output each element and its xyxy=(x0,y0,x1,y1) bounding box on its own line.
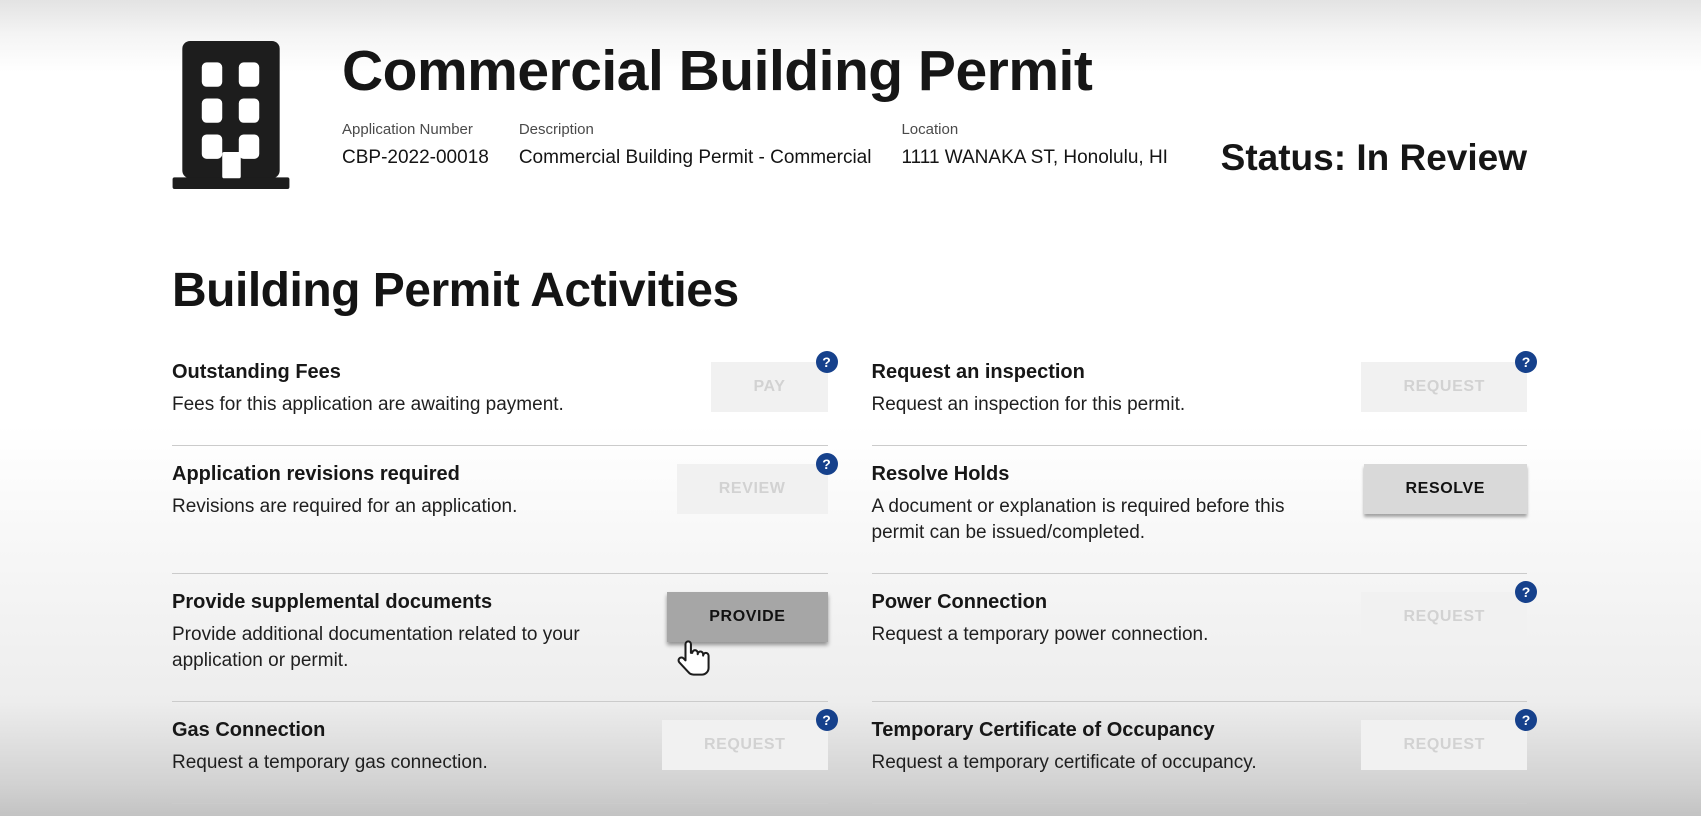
activity-text: Application revisions required Revisions… xyxy=(172,461,517,521)
activity-text: Provide supplemental documents Provide a… xyxy=(172,589,622,675)
meta-application-number: Application Number CBP-2022-00018 xyxy=(342,121,489,169)
activity-row-resolve-holds: Resolve Holds A document or explanation … xyxy=(871,446,1527,574)
activity-button-wrap: REQUEST ? xyxy=(661,708,838,770)
activity-description: Request a temporary power connection. xyxy=(871,623,1209,645)
activities-grid: Outstanding Fees Fees for this applicati… xyxy=(172,344,1537,804)
activity-row-outstanding-fees: Outstanding Fees Fees for this applicati… xyxy=(172,344,838,446)
activity-text: Temporary Certificate of Occupancy Reque… xyxy=(872,717,1257,777)
activity-button-wrap: PAY ? xyxy=(711,351,838,412)
activity-description: Fees for this application are awaiting p… xyxy=(172,394,564,415)
activity-description: A document or explanation is required be… xyxy=(871,495,1285,544)
meta-location: Location 1111 WANAKA ST, Honolulu, HI xyxy=(901,121,1167,169)
question-mark-icon[interactable]: ? xyxy=(1515,708,1537,731)
permit-page: Commercial Building Permit Application N… xyxy=(0,0,1701,804)
activity-text: Gas Connection Request a temporary gas c… xyxy=(172,717,488,777)
activity-row-temporary-certificate-of-occupancy: Temporary Certificate of Occupancy Reque… xyxy=(871,702,1537,804)
meta-label: Application Number xyxy=(342,120,473,138)
activity-title: Power Connection xyxy=(871,590,1048,613)
activity-title: Gas Connection xyxy=(172,718,326,741)
page-title: Commercial Building Permit xyxy=(342,39,1093,103)
building-icon xyxy=(172,41,290,189)
gas-connection-button: REQUEST xyxy=(661,719,828,770)
activity-button-wrap: RESOLVE xyxy=(1363,463,1527,514)
activity-text: Resolve Holds A document or explanation … xyxy=(872,461,1322,547)
activity-title: Application revisions required xyxy=(172,462,460,485)
status-badge: Status: In Review xyxy=(1220,137,1527,178)
activity-title: Temporary Certificate of Occupancy xyxy=(871,718,1215,741)
permit-meta: Application Number CBP-2022-00018 Descri… xyxy=(342,121,1221,169)
activity-row-provide-supplemental-documents: Provide supplemental documents Provide a… xyxy=(172,574,828,702)
activity-button-wrap: PROVIDE xyxy=(667,591,828,642)
question-mark-icon[interactable]: ? xyxy=(815,708,838,731)
meta-value: 1111 WANAKA ST, Honolulu, HI xyxy=(901,146,1168,168)
provide-supplemental-documents-button[interactable]: PROVIDE xyxy=(667,591,828,642)
header-center: Commercial Building Permit Application N… xyxy=(342,39,1221,169)
section-title: Building Permit Activities xyxy=(172,264,739,317)
activity-description: Request an inspection for this permit. xyxy=(871,394,1186,415)
activity-row-gas-connection: Gas Connection Request a temporary gas c… xyxy=(172,702,838,804)
activity-title: Resolve Holds xyxy=(871,462,1010,485)
meta-description: Description Commercial Building Permit -… xyxy=(519,121,872,169)
activity-description: Request a temporary certificate of occup… xyxy=(871,751,1257,773)
resolve-holds-button[interactable]: RESOLVE xyxy=(1363,463,1527,514)
application-revisions-required-button: REVIEW xyxy=(676,463,828,514)
question-mark-icon[interactable]: ? xyxy=(815,351,838,373)
activity-description: Request a temporary gas connection. xyxy=(172,751,488,773)
question-mark-icon[interactable]: ? xyxy=(815,452,838,475)
activity-description: Provide additional documentation related… xyxy=(172,623,580,672)
power-connection-button: REQUEST xyxy=(1361,591,1527,642)
activity-row-application-revisions-required: Application revisions required Revisions… xyxy=(172,446,838,574)
activity-title: Outstanding Fees xyxy=(172,361,341,383)
activity-button-wrap: REVIEW ? xyxy=(676,452,838,514)
meta-label: Description xyxy=(518,120,594,138)
question-mark-icon[interactable]: ? xyxy=(1515,351,1537,373)
activity-button-wrap: REQUEST ? xyxy=(1361,580,1537,642)
activity-row-power-connection: Power Connection Request a temporary pow… xyxy=(871,574,1537,702)
temporary-certificate-of-occupancy-button: REQUEST xyxy=(1361,719,1527,770)
meta-label: Location xyxy=(901,120,959,138)
permit-header: Commercial Building Permit Application N… xyxy=(172,39,1527,189)
activity-button-wrap: REQUEST ? xyxy=(1361,351,1537,412)
activity-text: Outstanding Fees Fees for this applicati… xyxy=(172,359,564,419)
activity-text: Request an inspection Request an inspect… xyxy=(872,359,1186,419)
outstanding-fees-button: PAY xyxy=(711,362,828,412)
activity-button-wrap: REQUEST ? xyxy=(1361,708,1537,770)
activity-description: Revisions are required for an applicatio… xyxy=(172,495,518,517)
question-mark-icon[interactable]: ? xyxy=(1515,580,1537,603)
activity-title: Provide supplemental documents xyxy=(172,590,493,613)
meta-value: CBP-2022-00018 xyxy=(342,146,489,168)
activity-title: Request an inspection xyxy=(871,361,1085,383)
request-an-inspection-button: REQUEST xyxy=(1361,362,1527,412)
activity-text: Power Connection Request a temporary pow… xyxy=(872,589,1209,649)
meta-value: Commercial Building Permit - Commercial xyxy=(518,146,872,168)
activity-row-request-an-inspection: Request an inspection Request an inspect… xyxy=(871,344,1537,446)
